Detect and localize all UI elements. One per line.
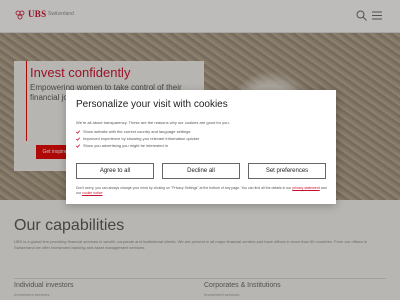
list-item: Show website with the correct country an…: [76, 129, 199, 136]
list-item: Show you advertising you might be intere…: [76, 143, 199, 150]
checkmark-icon: [76, 144, 80, 148]
list-item: Improved experience by showing you relev…: [76, 136, 199, 143]
list-item-text: Show you advertising you might be intere…: [83, 143, 168, 148]
footer-text: Don't worry, you can always change your …: [76, 186, 292, 190]
dialog-intro: We're all about transparency. These are …: [76, 120, 230, 125]
set-preferences-button[interactable]: Set preferences: [248, 163, 326, 179]
cookie-notice-link[interactable]: cookie notice: [82, 191, 102, 195]
benefits-list: Show website with the correct country an…: [76, 129, 199, 150]
privacy-statement-link[interactable]: privacy statement: [292, 186, 319, 190]
dialog-title: Personalize your visit with cookies: [76, 99, 228, 110]
checkmark-icon: [76, 130, 80, 134]
list-item-text: Improved experience by showing you relev…: [83, 136, 200, 141]
list-item-text: Show website with the correct country an…: [83, 129, 191, 134]
agree-all-button[interactable]: Agree to all: [76, 163, 154, 179]
cookie-consent-dialog: Personalize your visit with cookies We'r…: [66, 90, 336, 204]
decline-all-button[interactable]: Decline all: [162, 163, 240, 179]
checkmark-icon: [76, 137, 80, 141]
dialog-footer: Don't worry, you can always change your …: [76, 186, 328, 196]
